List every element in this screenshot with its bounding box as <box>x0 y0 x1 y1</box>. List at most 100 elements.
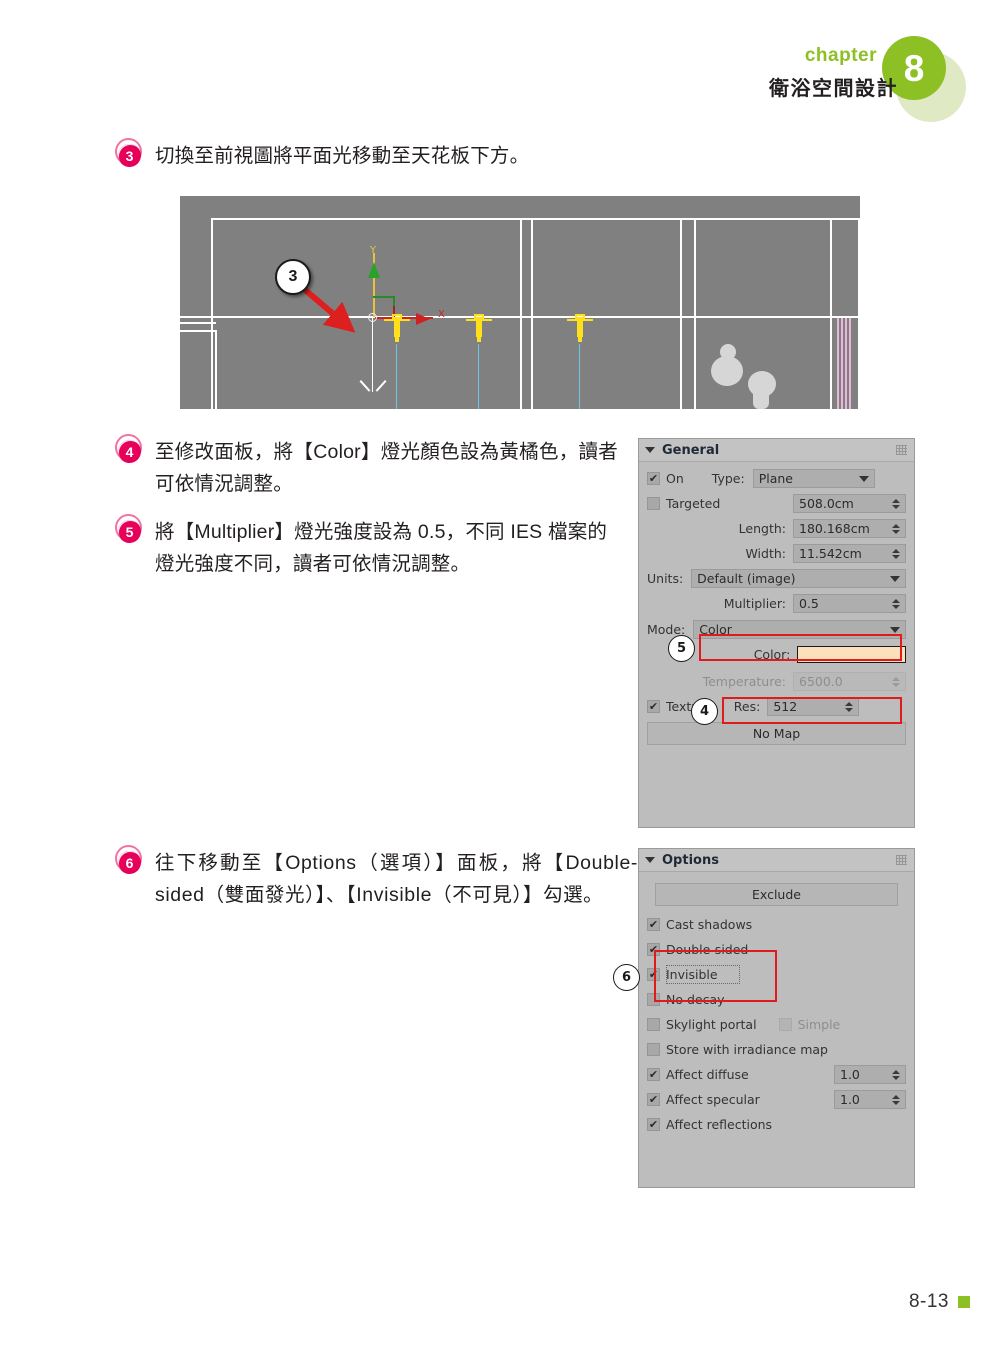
double-sided-label: Double-sided <box>666 942 749 957</box>
on-label: On <box>666 471 684 486</box>
color-swatch[interactable] <box>797 646 907 663</box>
affect-diffuse-checkbox[interactable]: ✔ <box>647 1068 660 1081</box>
grip-dots-icon[interactable] <box>896 855 907 865</box>
general-rollout-panel: General ✔ On Type: Plane Targeted 508.0c… <box>638 438 915 828</box>
invisible-label: Invisible <box>666 967 718 982</box>
step-4: 4 至修改面板，將【Color】燈光顏色設為黃橘色，讀者可依情況調整。 <box>118 437 618 500</box>
grip-dots-icon[interactable] <box>896 445 907 455</box>
vp-divider-2 <box>680 218 682 409</box>
skylight-portal-label: Skylight portal <box>666 1017 757 1032</box>
on-checkbox[interactable]: ✔ <box>647 472 660 485</box>
step-3: 3 切換至前視圖將平面光移動至天花板下方。 <box>118 141 638 173</box>
spinner-icon[interactable] <box>891 498 900 509</box>
pipe-2 <box>841 318 843 409</box>
affect-diffuse-field[interactable]: 1.0 <box>834 1065 906 1084</box>
type-label: Type: <box>711 471 745 486</box>
step-5-number-wrap: 5 <box>118 517 141 543</box>
callout-5: 5 <box>668 635 695 662</box>
units-dropdown[interactable]: Default (image) <box>691 569 906 588</box>
targeted-distance-field[interactable]: 508.0cm <box>793 494 906 513</box>
length-value: 180.168cm <box>799 521 870 536</box>
axis-x-label: X <box>438 309 445 320</box>
chevron-down-icon[interactable] <box>858 475 869 482</box>
light-gizmo-tip <box>395 336 399 342</box>
axis-y-arrowhead <box>368 262 380 278</box>
length-label: Length: <box>738 521 786 536</box>
multiplier-field[interactable]: 0.5 <box>793 594 906 613</box>
spinner-icon[interactable] <box>891 548 900 559</box>
texture-checkbox[interactable]: ✔ <box>647 700 660 713</box>
light-gizmo-body <box>476 320 482 337</box>
spinner-icon[interactable] <box>891 598 900 609</box>
row-units: Units: Default (image) <box>647 569 906 588</box>
multiplier-label: Multiplier: <box>723 596 786 611</box>
collapse-triangle-icon[interactable] <box>645 857 655 863</box>
vp-wall-left-inner <box>215 330 217 409</box>
options-panel-header[interactable]: Options <box>639 849 914 872</box>
vp-divider-1 <box>520 218 522 409</box>
vp-ceiling-top <box>211 218 860 220</box>
res-field[interactable]: 512 <box>767 697 860 716</box>
light-gizmo-box <box>474 314 484 319</box>
affect-reflections-checkbox[interactable]: ✔ <box>647 1118 660 1131</box>
pipe-1 <box>837 318 839 409</box>
length-field[interactable]: 180.168cm <box>793 519 906 538</box>
fixture-blob-body-1 <box>711 356 743 386</box>
spinner-icon <box>891 676 900 687</box>
mode-dropdown[interactable]: Color <box>693 620 906 639</box>
step-3-text: 切換至前視圖將平面光移動至天花板下方。 <box>155 145 530 167</box>
width-label: Width: <box>745 546 786 561</box>
affect-reflections-label: Affect reflections <box>666 1117 773 1132</box>
simple-checkbox <box>778 1018 792 1031</box>
type-dropdown[interactable]: Plane <box>752 469 875 488</box>
chevron-down-icon[interactable] <box>890 575 900 582</box>
affect-specular-checkbox[interactable]: ✔ <box>647 1093 660 1106</box>
step-3-number: 3 <box>118 144 141 167</box>
row-affect-specular: ✔ Affect specular 1.0 <box>647 1090 906 1109</box>
vp-wall-right <box>858 218 860 409</box>
invisible-checkbox[interactable]: ✔ <box>647 968 660 981</box>
options-rollout-panel: Options Exclude ✔ Cast shadows ✔ Double-… <box>638 848 915 1188</box>
temperature-label: Temperature: <box>702 674 786 689</box>
store-irradiance-checkbox[interactable] <box>647 1043 660 1056</box>
chevron-down-icon[interactable] <box>890 626 900 633</box>
general-panel-title: General <box>662 442 720 458</box>
light-gizmo-body <box>577 320 583 337</box>
row-double-sided: ✔ Double-sided <box>647 940 906 959</box>
row-temperature: Temperature: 6500.0 <box>647 672 906 691</box>
multiplier-value: 0.5 <box>799 596 819 611</box>
light-gizmo-2 <box>466 314 492 344</box>
fixture-blob-body-2 <box>753 388 769 409</box>
row-affect-diffuse: ✔ Affect diffuse 1.0 <box>647 1065 906 1084</box>
no-map-button[interactable]: No Map <box>647 722 906 745</box>
width-field[interactable]: 11.542cm <box>793 544 906 563</box>
general-panel-body: ✔ On Type: Plane Targeted 508.0cm Length… <box>639 462 914 754</box>
cast-shadows-checkbox[interactable]: ✔ <box>647 918 660 931</box>
light-drop-arrowhead <box>362 380 384 394</box>
affect-specular-value: 1.0 <box>840 1092 860 1107</box>
width-value: 11.542cm <box>799 546 862 561</box>
spinner-icon[interactable] <box>844 701 853 712</box>
callout-6: 6 <box>613 964 640 991</box>
double-sided-checkbox[interactable]: ✔ <box>647 943 660 956</box>
light-ray-1 <box>396 344 397 409</box>
chapter-header: 8 chapter 衛浴空間設計 <box>730 22 970 122</box>
step-3-number-wrap: 3 <box>118 141 141 167</box>
no-decay-checkbox[interactable] <box>647 993 660 1006</box>
page-number: 8-13 <box>908 1291 949 1312</box>
general-panel-header[interactable]: General <box>639 439 914 462</box>
collapse-triangle-icon[interactable] <box>645 447 655 453</box>
exclude-button[interactable]: Exclude <box>655 883 898 906</box>
color-label: Color: <box>753 647 791 662</box>
simple-label: Simple <box>797 1017 841 1032</box>
store-irradiance-label: Store with irradiance map <box>666 1042 828 1057</box>
row-texture-res: ✔ Texture Res: 512 <box>647 697 906 716</box>
spinner-icon[interactable] <box>891 1069 900 1080</box>
targeted-checkbox[interactable] <box>647 497 660 510</box>
pipe-4 <box>849 318 851 409</box>
viewport-screenshot: Y X <box>180 196 860 409</box>
spinner-icon[interactable] <box>891 1094 900 1105</box>
spinner-icon[interactable] <box>891 523 900 534</box>
skylight-portal-checkbox[interactable] <box>647 1018 660 1031</box>
affect-specular-field[interactable]: 1.0 <box>834 1090 906 1109</box>
